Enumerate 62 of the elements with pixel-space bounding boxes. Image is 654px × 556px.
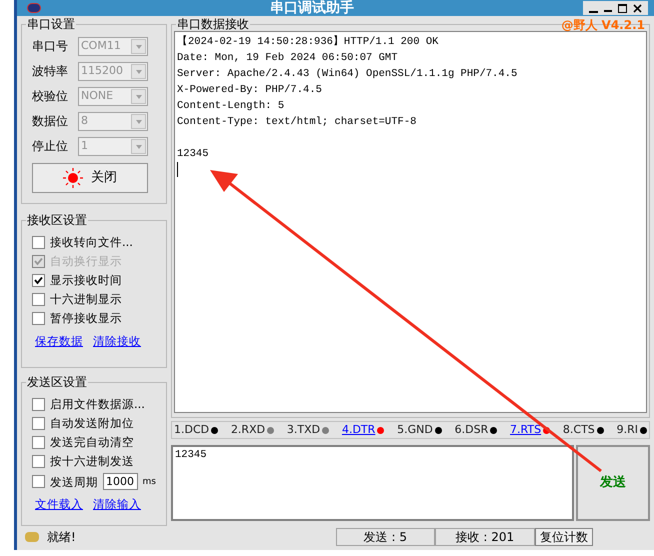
send-button[interactable]: 发送	[576, 445, 650, 521]
text-line: Content-Type: text/html; charset=UTF-8	[177, 115, 416, 130]
pin-label: 2.RXD	[230, 422, 266, 438]
link[interactable]: 保存数据	[35, 334, 83, 348]
text-line: 【2024-02-19 14:50:28:936】HTTP/1.1 200 OK	[177, 34, 438, 50]
text-line: Content-Length: 5	[177, 99, 284, 114]
checkbox[interactable]	[32, 292, 45, 306]
status-text: 就绪!	[47, 529, 76, 546]
group-title: 接收区设置	[26, 213, 88, 227]
checkbox[interactable]	[32, 436, 45, 448]
checkbox[interactable]	[32, 454, 45, 468]
text-line: Date: Mon, 19 Feb 2024 06:50:07 GMT	[177, 51, 398, 66]
field-label: 数据位	[32, 113, 69, 130]
field-label: 校验位	[32, 88, 69, 105]
text-line: Server: Apache/2.4.43 (Win64) OpenSSL/1.1.1g PHP/7.4.5	[177, 67, 518, 82]
version-label: @野人 V4.2.1	[561, 17, 645, 34]
pin-label: 5.GND	[397, 422, 433, 438]
received-counter: 接收 : 201	[434, 528, 535, 546]
unit-label: ms	[142, 476, 156, 488]
checkbox[interactable]	[32, 475, 45, 488]
group-title: 串口数据接收	[176, 17, 250, 31]
checkbox-label: 接收转向文件...	[50, 235, 133, 249]
pin-label: 8.CTS	[562, 422, 595, 438]
checkbox-label: 自动换行显示	[50, 254, 122, 268]
sent-counter: 发送 : 5	[336, 528, 435, 546]
app-icon[interactable]	[27, 3, 41, 13]
link[interactable]: 文件载入	[35, 497, 83, 511]
maximize-icon[interactable]	[618, 4, 627, 12]
pin-label: 1.DCD	[174, 422, 210, 438]
pin-label: 9.RI	[616, 422, 638, 438]
checkbox[interactable]	[32, 416, 45, 430]
link[interactable]: 清除接收	[93, 334, 141, 348]
checkbox-label: 自动发送附加位	[50, 416, 134, 430]
pin-label: 6.DSR	[454, 422, 488, 438]
field-label: 串口号	[32, 38, 69, 55]
pin-label: 3.TXD	[286, 422, 320, 438]
period-field[interactable]: 1000	[103, 473, 138, 490]
checkbox-label: 按十六进制发送	[50, 454, 134, 468]
window-title: 串口调试助手	[269, 0, 355, 16]
close-icon[interactable]	[633, 4, 642, 12]
checkbox-label: 暂停接收显示	[50, 311, 122, 325]
text-line: 12345	[177, 147, 209, 162]
field-label: 波特率	[32, 63, 69, 80]
close-port-button[interactable]: 关闭	[32, 163, 148, 193]
checkbox[interactable]	[32, 312, 45, 324]
checkbox-label: 显示接收时间	[50, 273, 122, 287]
checkbox[interactable]	[32, 398, 45, 410]
checkbox[interactable]	[32, 236, 45, 248]
checkbox-label: 十六进制显示	[50, 292, 122, 306]
checkbox-label: 发送周期	[50, 474, 98, 488]
text-line: X-Powered-By: PHP/7.4.5	[177, 83, 322, 98]
reset-count-button[interactable]: 复位计数	[534, 528, 593, 546]
checkbox-label: 发送完自动清空	[50, 435, 134, 449]
send-text-area[interactable]: 12345	[171, 445, 574, 521]
field-label: 停止位	[32, 138, 69, 155]
checkbox[interactable]	[32, 274, 45, 286]
group-title: 串口设置	[26, 17, 76, 31]
pin-link[interactable]: 7.RTS	[510, 422, 542, 438]
link[interactable]: 清除输入	[93, 497, 141, 511]
pin-link[interactable]: 4.DTR	[342, 422, 376, 438]
group-title: 发送区设置	[26, 375, 88, 389]
checkbox-label: 启用文件数据源...	[50, 397, 145, 411]
